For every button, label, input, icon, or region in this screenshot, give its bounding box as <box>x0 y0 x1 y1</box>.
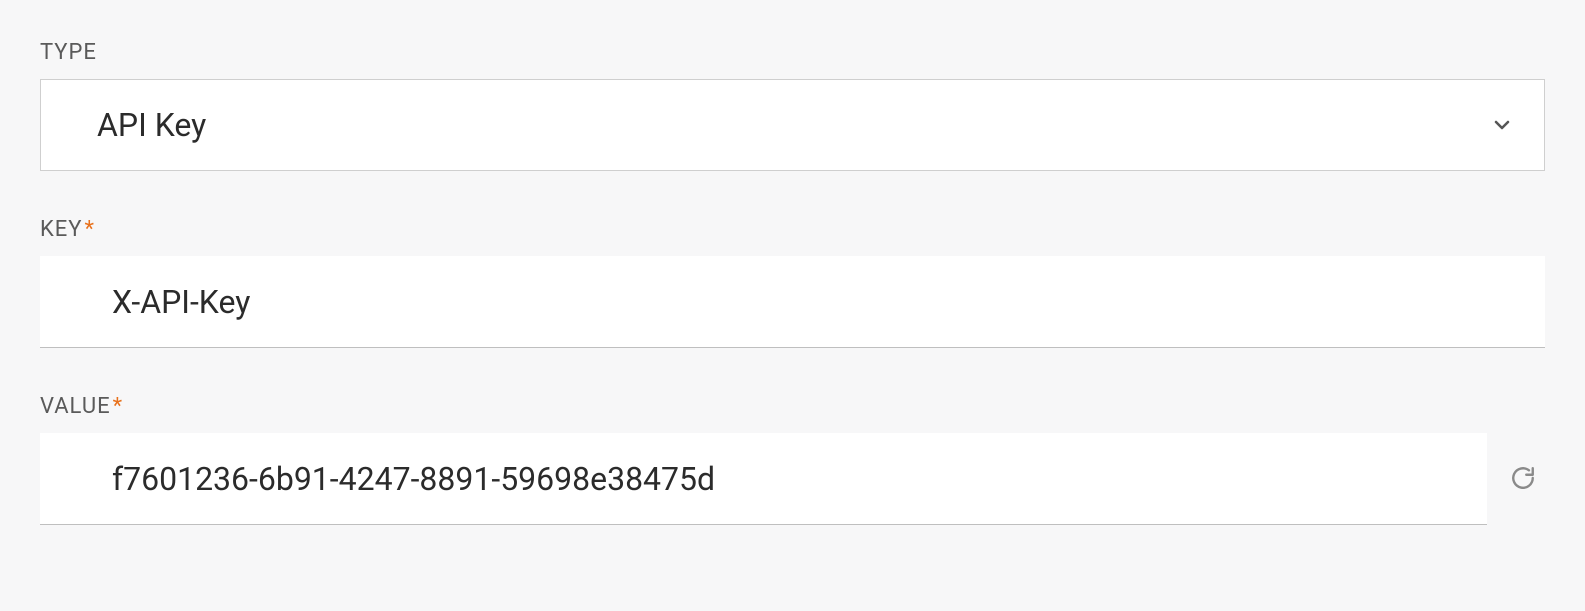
value-label: VALUE* <box>40 394 1545 419</box>
value-input-wrap <box>40 433 1487 525</box>
key-input[interactable] <box>112 283 1473 321</box>
key-field-group: KEY* <box>40 217 1545 348</box>
regenerate-button[interactable] <box>1501 457 1545 501</box>
key-required-marker: * <box>85 217 95 242</box>
refresh-icon <box>1510 465 1536 494</box>
chevron-down-icon <box>1490 113 1514 137</box>
type-label: TYPE <box>40 40 1545 65</box>
value-input[interactable] <box>112 460 1415 498</box>
value-row <box>40 433 1545 525</box>
value-required-marker: * <box>113 394 123 419</box>
key-label-text: KEY <box>40 217 83 242</box>
key-input-wrap <box>40 256 1545 348</box>
type-select-value: API Key <box>97 106 206 144</box>
value-label-text: VALUE <box>40 394 111 419</box>
value-field-group: VALUE* <box>40 394 1545 525</box>
type-select[interactable]: API Key <box>40 79 1545 171</box>
type-label-text: TYPE <box>40 40 97 65</box>
type-field-group: TYPE API Key <box>40 40 1545 171</box>
key-label: KEY* <box>40 217 1545 242</box>
